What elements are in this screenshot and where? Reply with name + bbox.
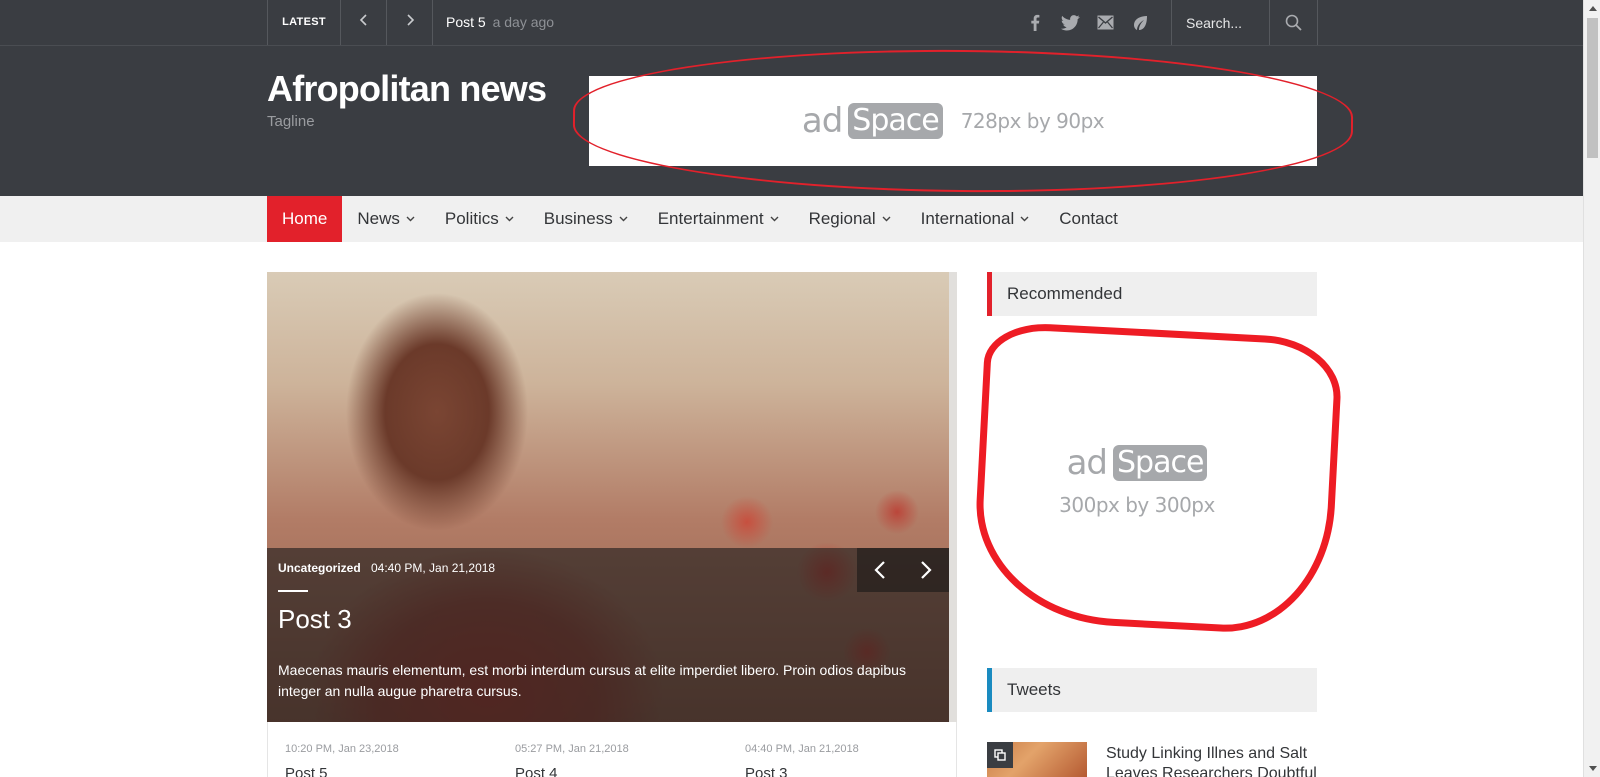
post-title[interactable]: Post 5	[285, 765, 328, 777]
nav-item-international[interactable]: International	[906, 196, 1045, 242]
social-links	[1025, 0, 1150, 45]
leaf-icon	[1134, 15, 1147, 30]
search-button[interactable]	[1270, 0, 1317, 45]
ad-logo-ad: ad	[801, 101, 843, 141]
page: LATEST Post 5 a day ago Search... Afropo…	[0, 0, 1600, 777]
slide-category[interactable]: Uncategorized	[278, 561, 361, 575]
recommended-title: Recommended	[1007, 284, 1123, 303]
scrollbar-thumb[interactable]	[1587, 18, 1598, 158]
main-nav: Home News Politics Business Entertainmen…	[0, 196, 1583, 242]
gallery-icon	[987, 742, 1013, 768]
slider-controls	[857, 548, 949, 592]
recommended-widget-header: Recommended	[987, 272, 1317, 316]
nav-item-label: International	[920, 209, 1015, 228]
facebook-link[interactable]	[1025, 13, 1045, 33]
nav-item-home[interactable]: Home	[267, 196, 343, 242]
ticker-next-button[interactable]	[387, 0, 433, 45]
widget-accent-bar	[987, 668, 992, 712]
nav-item-label: News	[357, 209, 400, 228]
leaf-link[interactable]	[1130, 13, 1150, 33]
slider-edge	[949, 272, 957, 722]
caret-down-icon	[1588, 766, 1597, 771]
nav-item-business[interactable]: Business	[529, 196, 643, 242]
ticker-item[interactable]: Post 5 a day ago	[446, 0, 554, 45]
slide-title[interactable]: Post 3	[278, 604, 352, 635]
nav-item-label: Home	[282, 209, 328, 228]
post-title[interactable]: Post 4	[515, 765, 558, 777]
nav-item-regional[interactable]: Regional	[794, 196, 906, 242]
chevron-down-icon	[770, 197, 779, 243]
tweets-title: Tweets	[1007, 680, 1061, 699]
latest-label: LATEST	[267, 0, 341, 45]
slider-next-button[interactable]	[903, 548, 949, 592]
email-link[interactable]	[1095, 13, 1115, 33]
top-bar: LATEST Post 5 a day ago	[0, 0, 1583, 46]
square-ad-size: 300px by 300px	[1059, 493, 1215, 517]
slide-excerpt: Maecenas mauris elementum, est morbi int…	[278, 662, 906, 699]
post-list: 10:20 PM, Jan 23,2018 Post 5 05:27 PM, J…	[267, 722, 957, 777]
post-date: 10:20 PM, Jan 23,2018	[285, 743, 399, 755]
tweets-widget-header: Tweets	[987, 668, 1317, 712]
tweet-headline[interactable]: Study Linking Illnes and Salt Leaves Res…	[1106, 744, 1321, 777]
site-header: Afropolitan news Tagline ad Space 728px …	[0, 46, 1583, 196]
chevron-down-icon	[406, 197, 415, 243]
search-icon	[1285, 14, 1302, 31]
slider-prev-button[interactable]	[857, 548, 903, 592]
ticker-prev-button[interactable]	[341, 0, 387, 45]
featured-slider[interactable]: Uncategorized 04:40 PM, Jan 21,2018 Post…	[267, 272, 957, 722]
nav-item-label: Entertainment	[657, 209, 764, 228]
twitter-link[interactable]	[1060, 13, 1080, 33]
search-input[interactable]	[1172, 0, 1270, 45]
post-date: 04:40 PM, Jan 21,2018	[745, 743, 859, 755]
nav-item-contact[interactable]: Contact	[1044, 196, 1133, 242]
ad-logo-ad: ad	[1066, 443, 1108, 483]
chevron-down-icon	[619, 197, 628, 243]
slide-date: 04:40 PM, Jan 21,2018	[371, 561, 496, 575]
chevron-left-icon	[359, 14, 367, 26]
main-nav-list: Home News Politics Business Entertainmen…	[267, 196, 1133, 242]
post-title[interactable]: Post 3	[745, 765, 788, 777]
email-icon	[1097, 15, 1113, 30]
scroll-down-button[interactable]	[1584, 760, 1600, 777]
chevron-right-icon	[921, 561, 932, 579]
banner-ad[interactable]: ad Space 728px by 90px	[589, 76, 1317, 166]
widget-accent-bar	[987, 272, 992, 316]
post-date: 05:27 PM, Jan 21,2018	[515, 743, 629, 755]
site-tagline: Tagline	[267, 113, 315, 130]
chevron-left-icon	[874, 561, 885, 579]
nav-item-label: Business	[543, 209, 613, 228]
slide-divider	[278, 590, 308, 592]
twitter-icon	[1060, 14, 1080, 30]
top-bar-inner: LATEST Post 5 a day ago	[267, 0, 1318, 46]
chevron-down-icon	[1020, 197, 1029, 243]
nav-item-politics[interactable]: Politics	[430, 196, 529, 242]
nav-item-news[interactable]: News	[342, 196, 430, 242]
tweet-thumbnail[interactable]	[987, 742, 1087, 777]
ticker-time: a day ago	[492, 14, 555, 30]
ad-logo-space: Space	[1113, 445, 1208, 481]
chevron-down-icon	[882, 197, 891, 243]
site-title[interactable]: Afropolitan news	[267, 68, 547, 110]
nav-item-label: Politics	[444, 209, 499, 228]
chevron-right-icon	[406, 14, 414, 26]
scroll-up-button[interactable]	[1584, 0, 1600, 17]
ticker-title[interactable]: Post 5	[446, 14, 486, 30]
chevron-down-icon	[505, 197, 514, 243]
nav-item-label: Regional	[808, 209, 876, 228]
banner-ad-size: 728px by 90px	[960, 109, 1105, 133]
page-scrollbar[interactable]	[1583, 0, 1600, 777]
search-box	[1171, 0, 1318, 45]
ad-logo-space: Space	[848, 103, 943, 139]
square-ad[interactable]: ad Space 300px by 300px	[987, 330, 1287, 630]
caret-up-icon	[1588, 6, 1597, 11]
nav-item-label: Contact	[1059, 209, 1118, 228]
nav-item-entertainment[interactable]: Entertainment	[643, 196, 794, 242]
ad-space-logo: ad Space	[802, 101, 943, 141]
facebook-icon	[1031, 14, 1040, 31]
ad-space-logo: ad Space	[1067, 443, 1208, 483]
